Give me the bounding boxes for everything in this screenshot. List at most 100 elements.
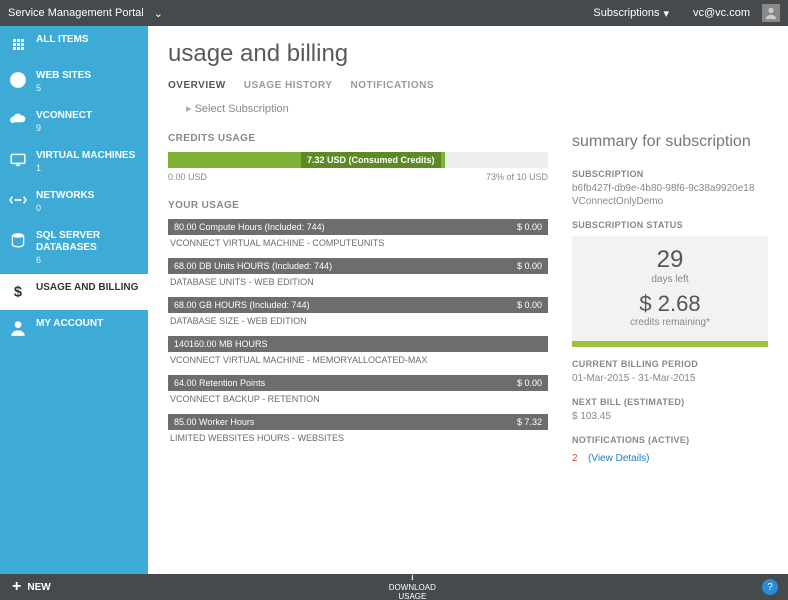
sidebar-item-vconnect[interactable]: VCONNECT9: [0, 102, 148, 142]
dollar-icon: $: [8, 282, 28, 302]
sidebar-item-vm[interactable]: VIRTUAL MACHINES1: [0, 142, 148, 182]
plus-icon: +: [12, 578, 21, 596]
usage-bar-label: 68.00 GB HOURS (Included: 744): [174, 300, 310, 310]
period-label: CURRENT BILLING PERIOD: [572, 359, 768, 369]
sidebar-item-networks[interactable]: NETWORKS0: [0, 182, 148, 222]
sidebar-item-label: WEB SITES: [36, 70, 91, 81]
usage-list: 80.00 Compute Hours (Included: 744) $ 0.0…: [168, 219, 548, 443]
usage-sub-label: DATABASE SIZE - WEB EDITION: [168, 313, 548, 326]
usage-item: 64.00 Retention Points $ 0.00 VCONNECT BAC…: [168, 375, 548, 404]
new-button[interactable]: + NEW: [0, 574, 63, 600]
chevron-down-icon[interactable]: ⌄: [154, 7, 163, 20]
usage-item: 68.00 GB HOURS (Included: 744)$ 0.00DATA…: [168, 297, 548, 326]
days-left-value: 29: [576, 246, 764, 274]
main-content: usage and billing OVERVIEW USAGE HISTORY…: [148, 26, 788, 574]
sidebar-item-sql[interactable]: SQL SERVER DATABASES6: [0, 222, 148, 274]
sidebar-item-label: USAGE AND BILLING: [36, 282, 138, 293]
days-left-label: days left: [576, 274, 764, 285]
usage-bar-cost: $ 0.00: [517, 261, 542, 271]
usage-sub-label: VCONNECT VIRTUAL MACHINE - MEMORYALLOCAT…: [168, 352, 548, 365]
period-value: 01-Mar-2015 - 31-Mar-2015: [572, 372, 768, 385]
help-button[interactable]: ?: [762, 579, 778, 595]
sidebar-item-label: MY ACCOUNT: [36, 318, 103, 329]
database-icon: [8, 230, 28, 250]
sidebar-item-label: VCONNECT: [36, 110, 92, 121]
view-details-link[interactable]: (View Details): [588, 453, 650, 464]
notifications-count: 2: [572, 453, 578, 464]
network-icon: [8, 190, 28, 210]
usage-bar: 68.00 GB HOURS (Included: 744)$ 0.00: [168, 297, 548, 313]
credits-remaining-value: $ 2.68: [576, 291, 764, 317]
credits-max: 73% of 10 USD: [486, 172, 548, 182]
summary-title: summary for subscription: [572, 133, 768, 151]
usage-bar-cost: $ 0.00: [517, 222, 542, 232]
sidebar-item-label: VIRTUAL MACHINES: [36, 150, 135, 161]
usage-sub-label: VCONNECT VIRTUAL MACHINE - COMPUTEUNITS: [168, 235, 548, 248]
usage-bar-label: 64.00 Retention Points: [174, 378, 265, 388]
usage-item: 80.00 Compute Hours (Included: 744) $ 0.0…: [168, 219, 548, 248]
tabs: OVERVIEW USAGE HISTORY NOTIFICATIONS: [168, 80, 768, 92]
sidebar-item-all[interactable]: ALL ITEMS: [0, 26, 148, 62]
status-label: SUBSCRIPTION STATUS: [572, 220, 768, 230]
credits-bar: 7.32 USD (Consumed Credits): [168, 152, 548, 168]
usage-item: 68.00 DB Units HOURS (Included: 744) $ 0.…: [168, 258, 548, 287]
tab-overview[interactable]: OVERVIEW: [168, 80, 226, 91]
download-label: DOWNLOAD USAGE: [389, 583, 436, 600]
next-bill-label: NEXT BILL (ESTIMATED): [572, 397, 768, 407]
new-label: NEW: [27, 582, 50, 593]
bottom-bar: + NEW ⭳ DOWNLOAD USAGE ?: [0, 574, 788, 600]
subscription-name: VConnectOnlyDemo: [572, 195, 768, 208]
filter-icon: ▾: [663, 7, 669, 20]
credits-remaining-label: credits remaining*: [576, 317, 764, 328]
credits-min: 0.00 USD: [168, 172, 207, 182]
user-icon: [8, 318, 28, 338]
globe-icon: [8, 70, 28, 90]
sidebar-item-account[interactable]: MY ACCOUNT: [0, 310, 148, 346]
usage-bar: 80.00 Compute Hours (Included: 744) $ 0.0…: [168, 219, 548, 235]
usage-bar-label: 68.00 DB Units HOURS (Included: 744): [174, 261, 332, 271]
download-icon: ⭳: [411, 573, 414, 582]
usage-bar: 140160.00 MB HOURS: [168, 336, 548, 352]
notifications-row: 2 (View Details): [572, 448, 768, 466]
usage-sub-label: VCONNECT BACKUP - RETENTION: [168, 391, 548, 404]
page-title: usage and billing: [168, 40, 768, 68]
usage-bar-label: 85.00 Worker Hours: [174, 417, 254, 427]
subscription-label: SUBSCRIPTION: [572, 169, 768, 179]
sidebar-item-websites[interactable]: WEB SITES5: [0, 62, 148, 102]
usage-bar-label: 140160.00 MB HOURS: [174, 339, 268, 349]
credits-heading: CREDITS USAGE: [168, 133, 548, 144]
top-bar: Service Management Portal ⌄ Subscription…: [0, 0, 788, 26]
breadcrumb[interactable]: Select Subscription: [186, 102, 768, 115]
grid-icon: [8, 34, 28, 54]
subscriptions-label: Subscriptions: [593, 7, 659, 19]
sidebar-item-usage-billing[interactable]: $ USAGE AND BILLING: [0, 274, 148, 310]
download-usage-button[interactable]: ⭳ DOWNLOAD USAGE: [389, 573, 436, 600]
usage-item: 140160.00 MB HOURS VCONNECT VIRTUAL MACHI…: [168, 336, 548, 365]
tab-usage-history[interactable]: USAGE HISTORY: [244, 80, 333, 91]
sidebar-item-label: ALL ITEMS: [36, 34, 89, 45]
sidebar-item-label: NETWORKS: [36, 190, 94, 201]
usage-bar: 68.00 DB Units HOURS (Included: 744) $ 0.…: [168, 258, 548, 274]
usage-bar-label: 80.00 Compute Hours (Included: 744): [174, 222, 325, 232]
sidebar-item-label: SQL SERVER DATABASES: [36, 230, 100, 253]
status-box: 29 days left $ 2.68 credits remaining*: [572, 236, 768, 342]
usage-sub-label: LIMITED WEBSITES HOURS - WEBSITES: [168, 430, 548, 443]
portal-title: Service Management Portal: [8, 7, 144, 19]
summary-panel: summary for subscription SUBSCRIPTION b6…: [572, 133, 768, 466]
user-email[interactable]: vc@vc.com: [693, 7, 750, 19]
usage-bar-cost: $ 7.32: [517, 417, 542, 427]
usage-heading: YOUR USAGE: [168, 200, 548, 211]
usage-bar: 64.00 Retention Points $ 0.00: [168, 375, 548, 391]
next-bill-value: $ 103.45: [572, 410, 768, 423]
credits-consumed-label: 7.32 USD (Consumed Credits): [301, 152, 441, 168]
usage-bar-cost: $ 0.00: [517, 378, 542, 388]
usage-bar: 85.00 Worker Hours $ 7.32: [168, 414, 548, 430]
subscriptions-link[interactable]: Subscriptions ▾: [593, 7, 669, 20]
usage-sub-label: DATABASE UNITS - WEB EDITION: [168, 274, 548, 287]
sidebar: ALL ITEMS WEB SITES5 VCONNECT9 VIRTUAL M…: [0, 26, 148, 574]
tab-notifications[interactable]: NOTIFICATIONS: [350, 80, 434, 91]
avatar[interactable]: [762, 4, 780, 22]
cloud-icon: [8, 110, 28, 130]
status-underline: [572, 341, 768, 347]
svg-text:$: $: [14, 285, 22, 301]
